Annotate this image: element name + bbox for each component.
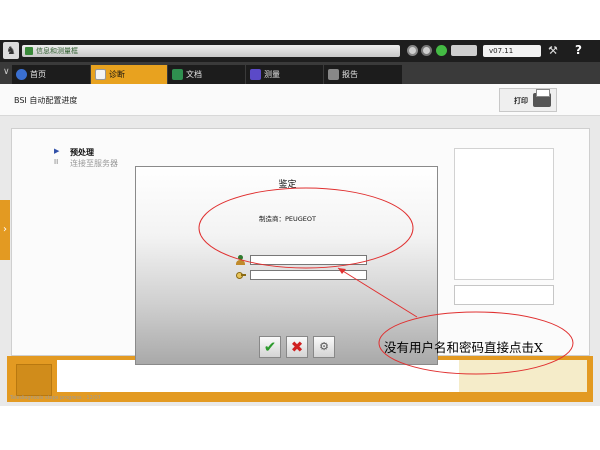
side-panel-handle[interactable]: › xyxy=(0,200,10,260)
status-text: Telediagnosis steps progress : 12/07 xyxy=(10,395,101,401)
peugeot-logo-icon: ♞ xyxy=(3,42,19,59)
tab-home[interactable]: 首页 xyxy=(12,65,90,84)
cancel-button[interactable]: ✖ xyxy=(286,336,308,358)
tab-documents-label: 文档 xyxy=(186,70,202,79)
battery-icon xyxy=(451,45,477,56)
help-button[interactable]: ? xyxy=(575,43,593,58)
tools-icon[interactable]: ⚒ xyxy=(548,43,562,58)
step-connect-server: 连接至服务器 xyxy=(70,159,118,168)
bottom-action-button[interactable] xyxy=(16,364,52,396)
tab-documents[interactable]: 文档 xyxy=(168,65,245,84)
tab-report[interactable]: 报告 xyxy=(324,65,402,84)
authentication-dialog: 鉴定 制造商：PEUGEOT ✔ ✖ ⚙ xyxy=(135,166,438,365)
step-pending-marker: II xyxy=(54,158,59,166)
key-icon xyxy=(236,271,246,279)
report-icon xyxy=(328,69,339,80)
dialog-title: 鉴定 xyxy=(278,180,297,190)
app-title: 信息和测量框 xyxy=(36,47,78,55)
annotation-note: 没有用户名和密码直接点击X xyxy=(384,340,543,355)
tab-measure[interactable]: 测量 xyxy=(246,65,323,84)
tab-report-label: 报告 xyxy=(342,70,358,79)
confirm-button[interactable]: ✔ xyxy=(259,336,281,358)
step-preprocessing: 预处理 xyxy=(70,148,94,157)
info-panel xyxy=(454,148,554,280)
page-title: BSI 自动配置进度 xyxy=(14,96,78,105)
user-icon xyxy=(236,255,245,265)
version-label: v07.11 xyxy=(483,45,541,57)
tab-diagnosis[interactable]: 诊断 xyxy=(91,65,167,84)
connection-icon[interactable] xyxy=(421,45,432,56)
settings-icon[interactable] xyxy=(407,45,418,56)
manufacturer-label: 制造商：PEUGEOT xyxy=(258,215,316,223)
diagnosis-icon xyxy=(95,69,106,80)
print-label: 打印 xyxy=(514,97,528,105)
measure-icon xyxy=(250,69,261,80)
print-button[interactable]: 打印 xyxy=(499,88,557,112)
page-header: BSI 自动配置进度 打印 xyxy=(0,84,600,116)
document-icon xyxy=(172,69,183,80)
printer-icon xyxy=(533,89,551,107)
tab-home-label: 首页 xyxy=(30,70,46,79)
tool-button[interactable]: ⚙ xyxy=(313,336,335,358)
message-extra-field xyxy=(459,360,587,392)
username-input[interactable] xyxy=(250,255,367,265)
tab-measure-label: 测量 xyxy=(264,70,280,79)
password-input[interactable] xyxy=(250,270,367,280)
app-title-field: 信息和测量框 xyxy=(22,45,400,57)
title-bar: ♞ 信息和测量框 v07.11 ⚒ ? xyxy=(0,40,600,62)
main-tab-bar: ∨ 首页 诊断 文档 测量 报告 xyxy=(0,62,600,84)
home-icon xyxy=(16,69,27,80)
app-title-icon xyxy=(25,47,33,55)
tab-diagnosis-label: 诊断 xyxy=(109,70,125,79)
status-ok-icon xyxy=(436,45,447,56)
info-field xyxy=(454,285,554,305)
step-current-marker: ▶ xyxy=(54,147,60,155)
chevron-down-icon[interactable]: ∨ xyxy=(3,67,10,77)
